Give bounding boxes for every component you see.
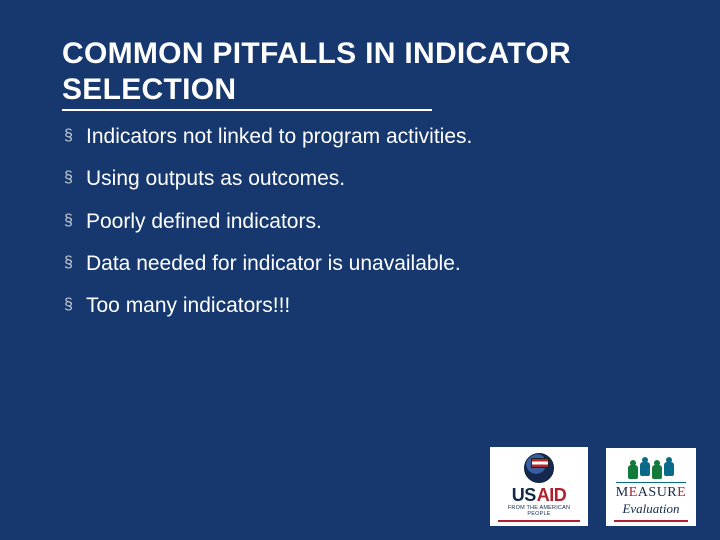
usaid-wordmark-right: AID (537, 485, 567, 506)
footer-logos: USAID FROM THE AMERICAN PEOPLE MEASURE E… (490, 447, 696, 526)
bullet-text: Poorly defined indicators. (86, 209, 322, 235)
slide: COMMON PITFALLS IN INDICATOR SELECTION §… (0, 0, 720, 540)
bullet-text: Using outputs as outcomes. (86, 166, 345, 192)
bullet-icon: § (64, 124, 86, 148)
usaid-underline (498, 520, 580, 522)
slide-title-block: COMMON PITFALLS IN INDICATOR SELECTION (62, 36, 680, 111)
usaid-tagline: FROM THE AMERICAN PEOPLE (498, 505, 580, 517)
title-underline (62, 109, 432, 111)
slide-title: COMMON PITFALLS IN INDICATOR SELECTION (62, 36, 680, 108)
bullet-icon: § (64, 209, 86, 233)
list-item: § Poorly defined indicators. (64, 209, 660, 235)
usaid-logo: USAID FROM THE AMERICAN PEOPLE (490, 447, 588, 526)
usaid-seal-icon (524, 453, 554, 483)
measure-evaluation-logo: MEASURE Evaluation (606, 448, 696, 526)
list-item: § Data needed for indicator is unavailab… (64, 251, 660, 277)
list-item: § Indicators not linked to program activ… (64, 124, 660, 150)
bullet-icon: § (64, 251, 86, 275)
people-icon (614, 454, 688, 480)
bullet-icon: § (64, 293, 86, 317)
title-line-2: SELECTION (62, 73, 236, 106)
bullet-text: Indicators not linked to program activit… (86, 124, 472, 150)
usaid-wordmark-left: US (512, 485, 536, 506)
bullet-list: § Indicators not linked to program activ… (64, 124, 660, 335)
measure-underline (614, 520, 688, 522)
measure-subtitle: Evaluation (614, 501, 688, 517)
bullet-text: Too many indicators!!! (86, 293, 290, 319)
list-item: § Too many indicators!!! (64, 293, 660, 319)
measure-wordmark: MEASURE (614, 485, 688, 501)
measure-divider (616, 482, 686, 483)
title-line-1: COMMON PITFALLS IN INDICATOR (62, 37, 571, 70)
list-item: § Using outputs as outcomes. (64, 166, 660, 192)
bullet-icon: § (64, 166, 86, 190)
usaid-wordmark: USAID (498, 485, 580, 506)
bullet-text: Data needed for indicator is unavailable… (86, 251, 461, 277)
